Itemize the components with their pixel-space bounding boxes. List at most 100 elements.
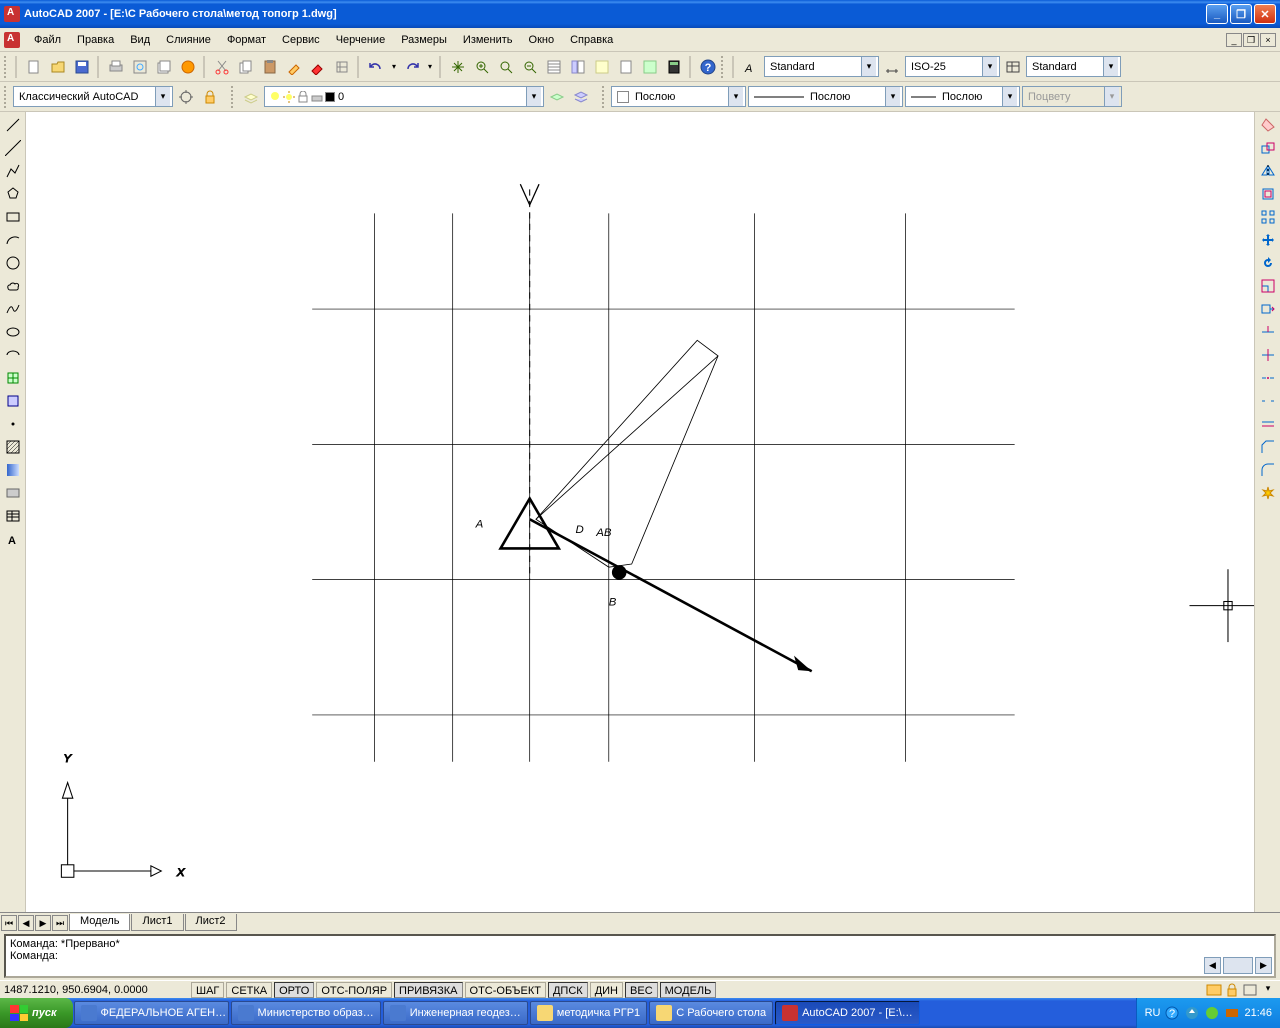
layer-props-button[interactable] [240, 86, 262, 108]
status-lock-icon[interactable] [1224, 983, 1240, 997]
menu-file[interactable]: Файл [26, 32, 69, 48]
styles-grip[interactable] [721, 56, 726, 78]
properties-button[interactable] [543, 56, 565, 78]
otrack-toggle[interactable]: ОТС-ОБЪЕКТ [465, 982, 546, 998]
zoom-realtime-button[interactable] [471, 56, 493, 78]
quickcalc-button[interactable] [663, 56, 685, 78]
menu-dimension[interactable]: Размеры [393, 32, 455, 48]
extend-tool[interactable] [1257, 344, 1279, 366]
copy-tool[interactable] [1257, 137, 1279, 159]
offset-tool[interactable] [1257, 183, 1279, 205]
cmd-scroll-grip[interactable] [1223, 957, 1253, 974]
tray-icon[interactable] [1204, 1005, 1220, 1021]
sheet1-tab[interactable]: Лист1 [131, 914, 183, 931]
mdi-minimize-button[interactable]: _ [1226, 33, 1242, 47]
polyline-tool[interactable] [2, 160, 24, 182]
stretch-tool[interactable] [1257, 298, 1279, 320]
ellipse-tool[interactable] [2, 321, 24, 343]
pan-button[interactable] [447, 56, 469, 78]
undo-button[interactable] [365, 56, 387, 78]
new-button[interactable] [23, 56, 45, 78]
task-button[interactable]: методичка РГР1 [530, 1001, 647, 1025]
ellipse-arc-tool[interactable] [2, 344, 24, 366]
clock[interactable]: 21:46 [1244, 1007, 1272, 1019]
join-tool[interactable] [1257, 413, 1279, 435]
task-button[interactable]: С Рабочего стола [649, 1001, 773, 1025]
status-comm-icon[interactable] [1206, 983, 1222, 997]
lang-indicator[interactable]: RU [1145, 1007, 1161, 1019]
open-button[interactable] [47, 56, 69, 78]
tray-icon[interactable] [1184, 1005, 1200, 1021]
props-grip[interactable] [602, 86, 607, 108]
drawing-canvas[interactable]: A B D AB X Y [26, 112, 1254, 912]
mirror-tool[interactable] [1257, 160, 1279, 182]
revcloud-tool[interactable] [2, 275, 24, 297]
snap-toggle[interactable]: ШАГ [191, 982, 224, 998]
menu-format[interactable]: Формат [219, 32, 274, 48]
tray-icon[interactable] [1224, 1005, 1240, 1021]
model-toggle[interactable]: МОДЕЛЬ [660, 982, 717, 998]
markup-button[interactable] [639, 56, 661, 78]
ortho-toggle[interactable]: ОРТО [274, 982, 314, 998]
make-block-tool[interactable] [2, 390, 24, 412]
dyn-toggle[interactable]: ДИН [590, 982, 623, 998]
polar-toggle[interactable]: ОТС-ПОЛЯР [316, 982, 392, 998]
tab-last[interactable]: ⏭ [52, 915, 68, 931]
plot-preview-button[interactable] [129, 56, 151, 78]
layer-previous-button[interactable] [546, 86, 568, 108]
task-button-active[interactable]: AutoCAD 2007 - [E:\… [775, 1001, 920, 1025]
table-style-icon[interactable] [1002, 56, 1024, 78]
dim-style-icon[interactable] [881, 56, 903, 78]
zoom-window-button[interactable] [495, 56, 517, 78]
dim-style-select[interactable]: ISO-25▾ [905, 56, 1000, 77]
redo-dropdown[interactable]: ▾ [425, 56, 435, 78]
cut-button[interactable] [211, 56, 233, 78]
arc-tool[interactable] [2, 229, 24, 251]
lineweight-select[interactable]: Послою▾ [905, 86, 1020, 107]
text-style-select[interactable]: Standard▾ [764, 56, 879, 77]
grid-toggle[interactable]: СЕТКА [226, 982, 272, 998]
menu-window[interactable]: Окно [521, 32, 563, 48]
save-button[interactable] [71, 56, 93, 78]
layer-grip[interactable] [231, 86, 236, 108]
layer-select[interactable]: 0▾ [264, 86, 544, 107]
point-tool[interactable] [2, 413, 24, 435]
coords-display[interactable]: 1487.1210, 950.6904, 0.0000 [0, 984, 190, 996]
break-point-tool[interactable] [1257, 367, 1279, 389]
workspace-lock-button[interactable] [199, 86, 221, 108]
undo-dropdown[interactable]: ▾ [389, 56, 399, 78]
sheet-set-button[interactable] [615, 56, 637, 78]
line-tool[interactable] [2, 114, 24, 136]
paste-button[interactable] [259, 56, 281, 78]
erase-tool[interactable] [1257, 114, 1279, 136]
block-editor-button[interactable] [331, 56, 353, 78]
model-tab[interactable]: Модель [69, 914, 130, 931]
xline-tool[interactable] [2, 137, 24, 159]
menu-view[interactable]: Вид [122, 32, 158, 48]
scale-tool[interactable] [1257, 275, 1279, 297]
toolbar-grip[interactable] [4, 56, 9, 78]
paint-button[interactable] [307, 56, 329, 78]
design-center-button[interactable] [567, 56, 589, 78]
rotate-tool[interactable] [1257, 252, 1279, 274]
menu-draw[interactable]: Черчение [328, 32, 394, 48]
help-button[interactable]: ? [697, 56, 719, 78]
move-tool[interactable] [1257, 229, 1279, 251]
3dwf-button[interactable] [177, 56, 199, 78]
minimize-button[interactable]: _ [1206, 4, 1228, 24]
lwt-toggle[interactable]: ВЕС [625, 982, 658, 998]
chamfer-tool[interactable] [1257, 436, 1279, 458]
restore-button[interactable]: ❐ [1230, 4, 1252, 24]
app-menu-icon[interactable] [4, 32, 20, 48]
menu-merge[interactable]: Слияние [158, 32, 219, 48]
close-button[interactable]: ✕ [1254, 4, 1276, 24]
mdi-restore-button[interactable]: ❐ [1243, 33, 1259, 47]
text-style-icon[interactable]: A [740, 56, 762, 78]
menu-help[interactable]: Справка [562, 32, 621, 48]
tab-prev[interactable]: ◀ [18, 915, 34, 931]
hatch-tool[interactable] [2, 436, 24, 458]
mtext-tool[interactable]: A [2, 528, 24, 550]
fillet-tool[interactable] [1257, 459, 1279, 481]
publish-button[interactable] [153, 56, 175, 78]
menu-tools[interactable]: Сервис [274, 32, 328, 48]
